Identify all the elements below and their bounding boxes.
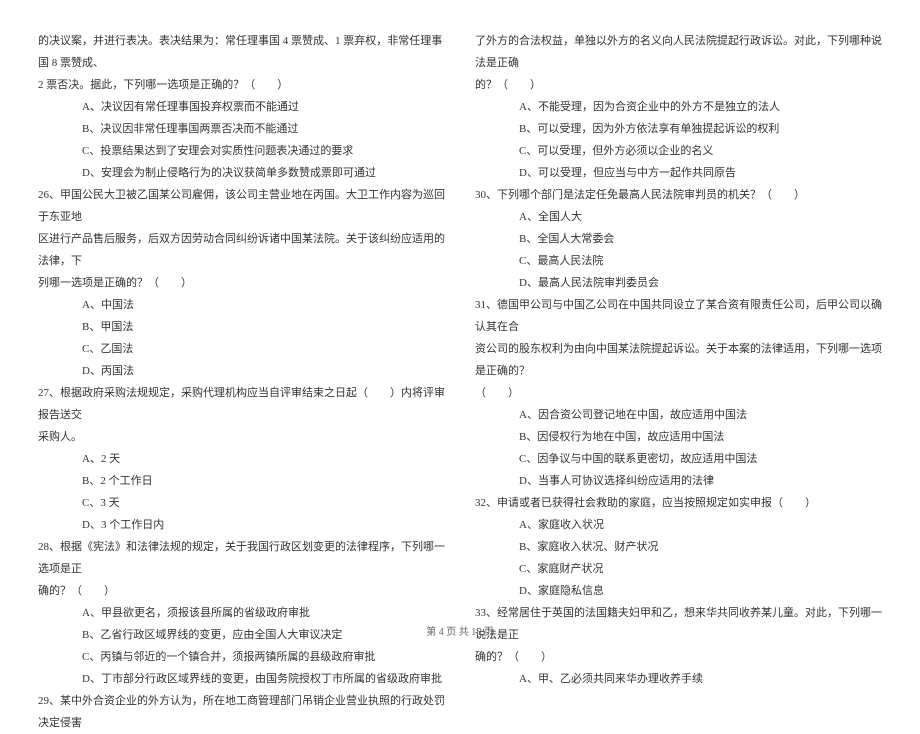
q26-option-c: C、乙国法 <box>38 338 445 360</box>
q29-stem-cont-1: 了外方的合法权益，单独以外方的名义向人民法院提起行政诉讼。对此，下列哪种说法是正… <box>475 30 882 74</box>
q27-stem-2: 采购人。 <box>38 426 445 448</box>
right-column: 了外方的合法权益，单独以外方的名义向人民法院提起行政诉讼。对此，下列哪种说法是正… <box>475 30 882 600</box>
q28-stem-1: 28、根据《宪法》和法律法规的规定，关于我国行政区划变更的法律程序，下列哪一选项… <box>38 536 445 580</box>
q29-option-c: C、可以受理，但外方必须以企业的名义 <box>475 140 882 162</box>
q28-option-a: A、甲县欲更名，须报该县所属的省级政府审批 <box>38 602 445 624</box>
q27-option-b: B、2 个工作日 <box>38 470 445 492</box>
q26-stem-2: 区进行产品售后服务，后双方因劳动合同纠纷诉诸中国某法院。关于该纠纷应适用的法律，… <box>38 228 445 272</box>
q26-stem-1: 26、甲国公民大卫被乙国某公司雇佣，该公司主营业地在丙国。大卫工作内容为巡回于东… <box>38 184 445 228</box>
q25-intro-2: 2 票否决。据此，下列哪一选项是正确的？（ ） <box>38 74 445 96</box>
left-column: 的决议案，并进行表决。表决结果为：常任理事国 4 票赞成、1 票弃权，非常任理事… <box>38 30 445 600</box>
q33-option-a: A、甲、乙必须共同来华办理收养手续 <box>475 668 882 690</box>
q29-option-b: B、可以受理，因为外方依法享有单独提起诉讼的权利 <box>475 118 882 140</box>
q32-option-b: B、家庭收入状况、财产状况 <box>475 536 882 558</box>
q27-option-c: C、3 天 <box>38 492 445 514</box>
exam-page: 的决议案，并进行表决。表决结果为：常任理事国 4 票赞成、1 票弃权，非常任理事… <box>0 0 920 610</box>
q32-stem: 32、申请或者已获得社会救助的家庭，应当按照规定如实申报（ ） <box>475 492 882 514</box>
q25-option-b: B、决议因非常任理事国两票否决而不能通过 <box>38 118 445 140</box>
q28-option-d: D、丁市部分行政区域界线的变更，由国务院授权丁市所属的省级政府审批 <box>38 668 445 690</box>
q25-option-c: C、投票结果达到了安理会对实质性问题表决通过的要求 <box>38 140 445 162</box>
q31-option-d: D、当事人可协议选择纠纷应适用的法律 <box>475 470 882 492</box>
q31-stem-3: （ ） <box>475 382 882 404</box>
q26-option-d: D、丙国法 <box>38 360 445 382</box>
q30-option-c: C、最高人民法院 <box>475 250 882 272</box>
q26-option-a: A、中国法 <box>38 294 445 316</box>
q26-stem-3: 列哪一选项是正确的？（ ） <box>38 272 445 294</box>
page-footer: 第 4 页 共 15 页 <box>0 623 920 638</box>
q25-option-d: D、安理会为制止侵略行为的决议获简单多数赞成票即可通过 <box>38 162 445 184</box>
q26-option-b: B、甲国法 <box>38 316 445 338</box>
q28-stem-2: 确的？（ ） <box>38 580 445 602</box>
q29-option-a: A、不能受理，因为合资企业中的外方不是独立的法人 <box>475 96 882 118</box>
q30-option-b: B、全国人大常委会 <box>475 228 882 250</box>
q25-intro-1: 的决议案，并进行表决。表决结果为：常任理事国 4 票赞成、1 票弃权，非常任理事… <box>38 30 445 74</box>
q30-option-d: D、最高人民法院审判委员会 <box>475 272 882 294</box>
q27-stem-1: 27、根据政府采购法规规定，采购代理机构应当自评审结束之日起（ ）内将评审报告送… <box>38 382 445 426</box>
q29-option-d: D、可以受理，但应当与中方一起作共同原告 <box>475 162 882 184</box>
q31-stem-2: 资公司的股东权利为由向中国某法院提起诉讼。关于本案的法律适用，下列哪一选项是正确… <box>475 338 882 382</box>
q32-option-c: C、家庭财产状况 <box>475 558 882 580</box>
q30-stem: 30、下列哪个部门是法定任免最高人民法院审判员的机关？（ ） <box>475 184 882 206</box>
q25-option-a: A、决议因有常任理事国投弃权票而不能通过 <box>38 96 445 118</box>
q32-option-a: A、家庭收入状况 <box>475 514 882 536</box>
q33-stem-2: 确的？（ ） <box>475 646 882 668</box>
q27-option-a: A、2 天 <box>38 448 445 470</box>
q29-stem-1: 29、某中外合资企业的外方认为，所在地工商管理部门吊销企业营业执照的行政处罚决定… <box>38 690 445 734</box>
q28-option-c: C、丙镇与邻近的一个镇合并，须报两镇所属的县级政府审批 <box>38 646 445 668</box>
q29-stem-cont-2: 的？（ ） <box>475 74 882 96</box>
q31-option-c: C、因争议与中国的联系更密切，故应适用中国法 <box>475 448 882 470</box>
q31-option-a: A、因合资公司登记地在中国，故应适用中国法 <box>475 404 882 426</box>
q31-option-b: B、因侵权行为地在中国，故应适用中国法 <box>475 426 882 448</box>
q27-option-d: D、3 个工作日内 <box>38 514 445 536</box>
q32-option-d: D、家庭隐私信息 <box>475 580 882 602</box>
q31-stem-1: 31、德国甲公司与中国乙公司在中国共同设立了某合资有限责任公司，后甲公司以确认其… <box>475 294 882 338</box>
q30-option-a: A、全国人大 <box>475 206 882 228</box>
